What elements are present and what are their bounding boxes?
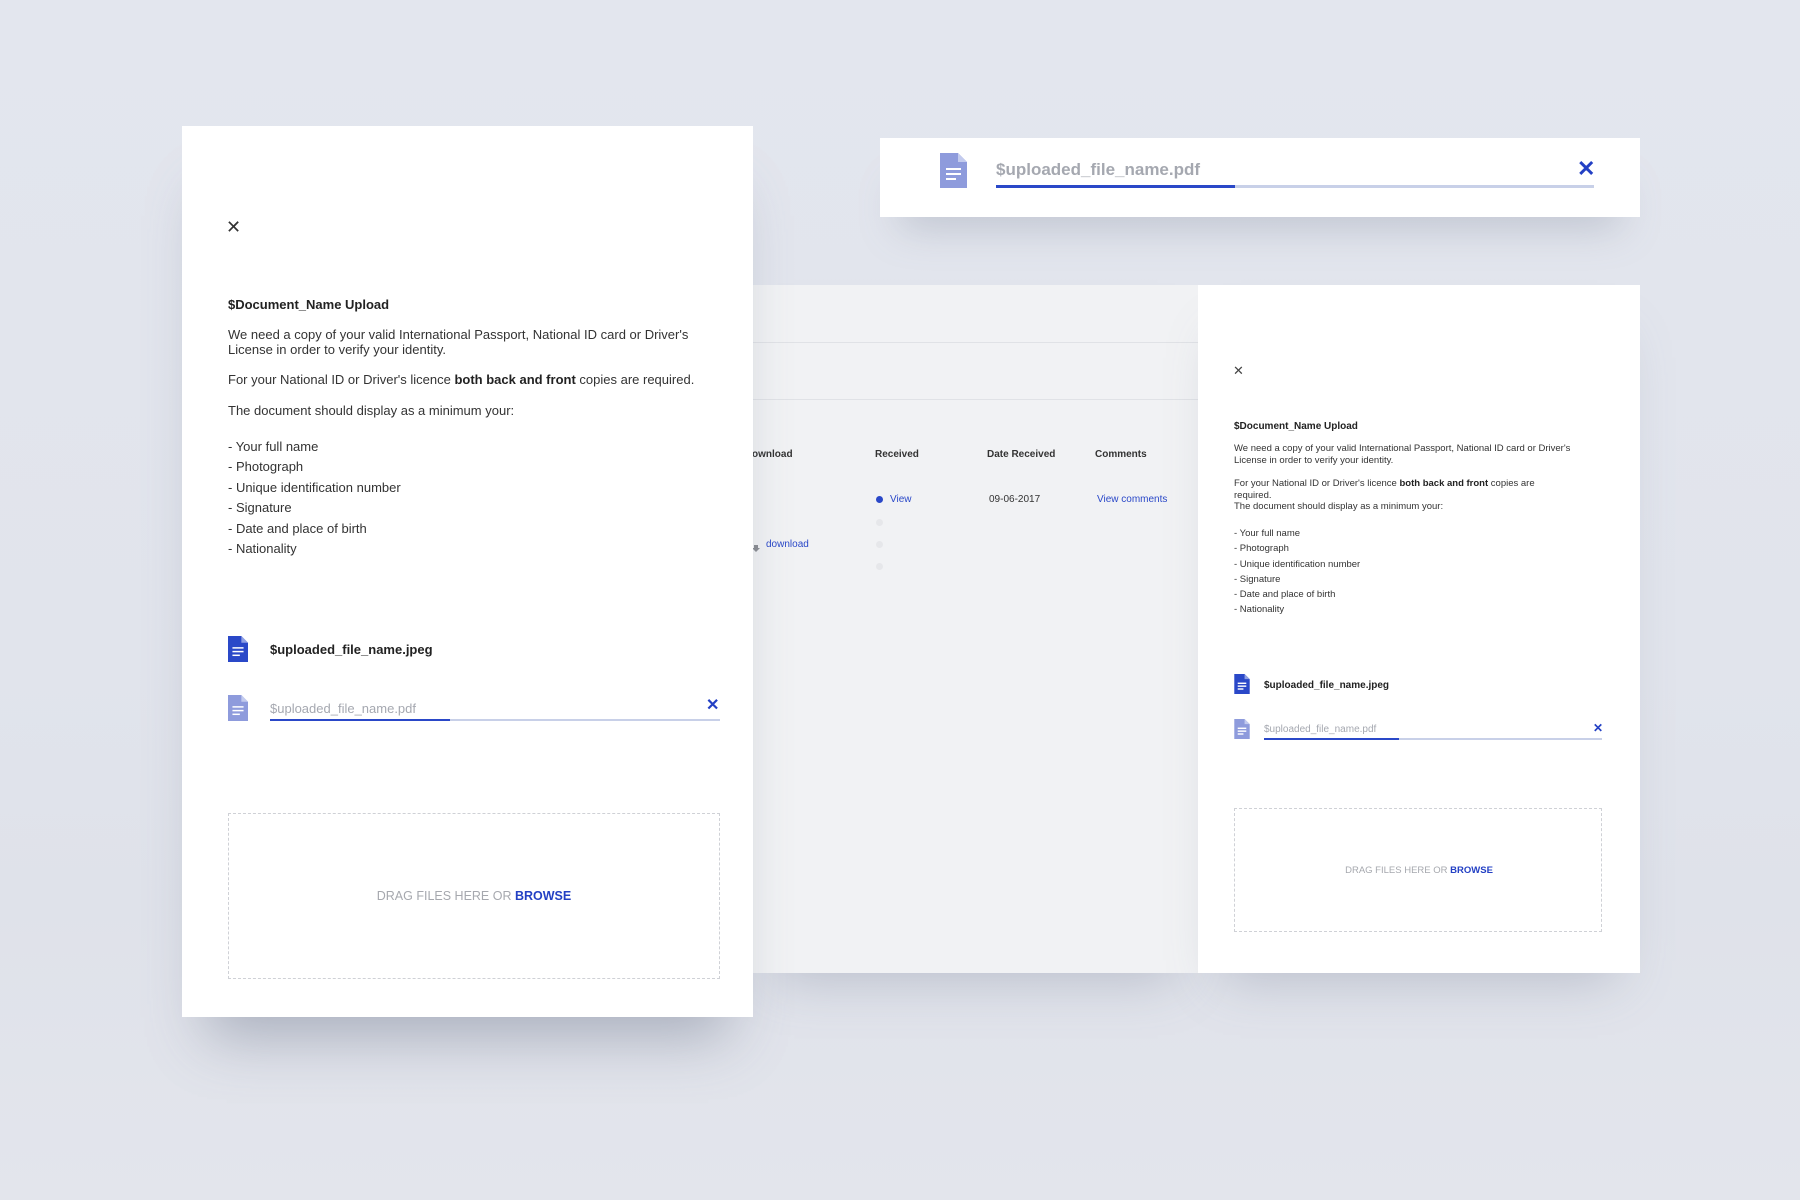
upload-modal-preview: ✕ $Document_Name Upload We need a copy o… (1198, 285, 1640, 973)
upload-progress-fill (270, 719, 450, 721)
cancel-upload-icon[interactable]: ✕ (1593, 722, 1603, 734)
list-item: - Your full name (228, 439, 319, 454)
drop-zone-text: DRAG FILES HERE OR BROWSE (1345, 865, 1493, 876)
upload-progress-fill (996, 185, 1236, 188)
requirements-list: - Your full name - Photograph - Unique i… (1234, 526, 1360, 618)
uploading-file-name: $uploaded_file_name.pdf (1264, 724, 1377, 735)
received-status-dot (876, 541, 883, 548)
divider (752, 342, 1200, 343)
drop-zone-text: DRAG FILES HERE OR BROWSE (376, 889, 572, 903)
list-item: - Nationality (228, 541, 297, 557)
cancel-upload-icon[interactable]: ✕ (1577, 158, 1595, 180)
upload-progress-track (996, 185, 1594, 188)
column-header-received: Received (875, 449, 919, 460)
browse-link[interactable]: BROWSE (515, 889, 571, 903)
list-item: - Signature (1234, 573, 1281, 585)
date-received-cell: 09-06-2017 (989, 494, 1041, 505)
upload-modal: ✕ $Document_Name Upload We need a copy o… (182, 126, 753, 1017)
received-status-dot (876, 496, 883, 503)
view-link[interactable]: View (890, 494, 912, 505)
modal-title: $Document_Name Upload (228, 297, 390, 312)
file-drop-zone[interactable]: DRAG FILES HERE OR BROWSE (1234, 808, 1602, 932)
document-icon (228, 695, 248, 721)
list-item: - Nationality (1234, 604, 1285, 616)
download-link[interactable]: download (766, 539, 809, 550)
received-status-dot (876, 519, 883, 526)
close-icon[interactable]: ✕ (226, 218, 241, 236)
intro-text: We need a copy of your valid Internation… (1234, 443, 1571, 466)
close-icon[interactable]: ✕ (1233, 364, 1244, 377)
list-item: - Date and place of birth (228, 520, 367, 536)
download-icon (752, 540, 760, 552)
cancel-upload-icon[interactable]: ✕ (706, 698, 719, 714)
uploaded-file-name: $uploaded_file_name.jpeg (1264, 680, 1390, 691)
uploading-file-name: $uploaded_file_name.pdf (270, 701, 417, 716)
requirement-text: For your National ID or Driver's licence… (1234, 478, 1535, 501)
upload-progress-bar-card: $uploaded_file_name.pdf ✕ (880, 138, 1640, 217)
document-icon (1234, 674, 1250, 694)
divider (752, 399, 1200, 400)
upload-progress-track (270, 719, 720, 721)
document-icon (228, 636, 248, 662)
list-item: - Unique identification number (228, 479, 401, 495)
modal-title: $Document_Name Upload (1234, 421, 1358, 432)
requirements-list: - Your full name - Photograph - Unique i… (228, 437, 401, 559)
document-icon (1234, 719, 1250, 739)
column-header-comments: Comments (1095, 449, 1147, 460)
list-item: - Signature (228, 500, 292, 516)
requirement-text: For your National ID or Driver's licence… (228, 372, 695, 387)
intro-text: We need a copy of your valid Internation… (228, 327, 689, 357)
column-header-date-received: Date Received (987, 449, 1056, 460)
browse-link[interactable]: BROWSE (1450, 865, 1493, 876)
received-status-dot (876, 563, 883, 570)
minimum-text: The document should display as a minimum… (1234, 501, 1444, 512)
view-comments-link[interactable]: View comments (1097, 494, 1167, 505)
upload-progress-track (1264, 738, 1602, 740)
list-item: - Unique identification number (1234, 558, 1361, 570)
documents-table-page: ownload Received Date Received Comments … (752, 285, 1200, 973)
document-icon (940, 153, 967, 188)
upload-progress-fill (1264, 738, 1400, 740)
uploaded-file-name: $uploaded_file_name.jpeg (270, 642, 433, 657)
list-item: - Date and place of birth (1234, 589, 1336, 601)
list-item: - Photograph (228, 459, 304, 475)
list-item: - Your full name (1234, 528, 1301, 539)
list-item: - Photograph (1234, 543, 1289, 555)
minimum-text: The document should display as a minimum… (228, 403, 515, 418)
file-drop-zone[interactable]: DRAG FILES HERE OR BROWSE (228, 813, 720, 979)
column-header-download: ownload (752, 449, 793, 460)
uploading-file-name: $uploaded_file_name.pdf (996, 160, 1201, 179)
